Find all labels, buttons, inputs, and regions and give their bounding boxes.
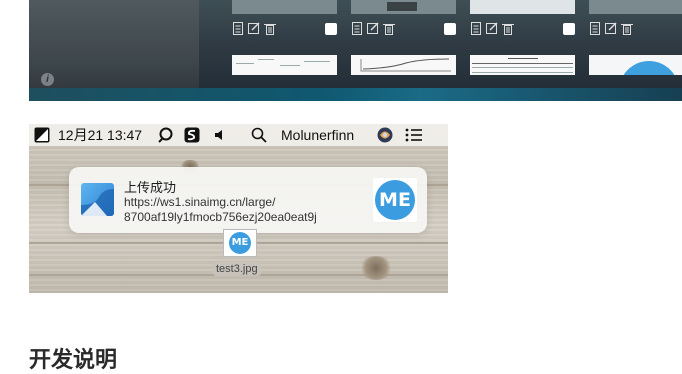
thumbnail-image[interactable]: [351, 0, 456, 14]
thumbnail-actions: [232, 22, 276, 38]
thumbnail-image[interactable]: [589, 55, 682, 75]
document-icon[interactable]: [470, 22, 482, 35]
user-name[interactable]: Molunerfinn: [281, 124, 354, 146]
edit-icon[interactable]: [367, 22, 379, 35]
gallery-footer-background: [29, 88, 682, 101]
notification-url-line1: https://ws1.sinaimg.cn/large/: [124, 195, 276, 209]
gallery-item: [470, 0, 575, 90]
edit-icon[interactable]: [605, 22, 617, 35]
thumbnail-image[interactable]: [351, 55, 456, 75]
s-app-icon[interactable]: [184, 127, 200, 143]
gallery-screenshot: i: [29, 0, 682, 101]
select-checkbox[interactable]: [325, 23, 337, 35]
document-icon[interactable]: [351, 22, 363, 35]
thumbnail-actions: [470, 22, 514, 38]
menu-bar: 12月21 13:47 Molunerfinn: [29, 124, 448, 146]
notification-body: https://ws1.sinaimg.cn/large/ 8700af19ly…: [124, 195, 364, 225]
gallery-item: [351, 0, 456, 90]
upload-notification[interactable]: 上传成功 https://ws1.sinaimg.cn/large/ 8700a…: [69, 167, 427, 233]
file-icon[interactable]: ME: [223, 229, 257, 257]
edit-icon[interactable]: [486, 22, 498, 35]
select-checkbox[interactable]: [563, 23, 575, 35]
thumbnail-actions: [351, 22, 395, 38]
thumbnail-image[interactable]: [232, 55, 337, 75]
list-icon[interactable]: [405, 127, 422, 143]
gallery-item: [232, 0, 337, 90]
trash-icon[interactable]: [264, 22, 276, 35]
edit-icon[interactable]: [248, 22, 260, 35]
notification-image: ME: [373, 178, 417, 222]
document-icon[interactable]: [232, 22, 244, 35]
thumbnail-image[interactable]: [232, 0, 337, 14]
spotlight-icon[interactable]: [251, 127, 267, 143]
trash-icon[interactable]: [502, 22, 514, 35]
select-checkbox[interactable]: [444, 23, 456, 35]
picgo-icon[interactable]: [34, 127, 50, 143]
avatar-icon[interactable]: [377, 127, 393, 143]
thumbnail-image[interactable]: [470, 0, 575, 14]
picgo-app-icon: [81, 183, 114, 216]
gallery-item: [589, 0, 682, 90]
me-logo: ME: [229, 232, 251, 254]
desktop-screenshot: 12月21 13:47 Molunerfinn 上传成功 https://ws1…: [29, 124, 448, 293]
thumbnail-image[interactable]: [589, 0, 682, 14]
info-icon[interactable]: i: [41, 73, 54, 86]
date-time[interactable]: 12月21 13:47: [58, 124, 142, 146]
trash-icon[interactable]: [383, 22, 395, 35]
thumbnail-image[interactable]: [470, 55, 575, 75]
file-name[interactable]: test3.jpg: [213, 262, 261, 276]
me-logo: ME: [375, 180, 415, 220]
section-heading: 开发说明: [29, 348, 118, 373]
volume-icon[interactable]: [212, 127, 228, 143]
thumbnail-actions: [589, 22, 633, 38]
trash-icon[interactable]: [621, 22, 633, 35]
notification-url-line2: 8700af19ly1fmocb756ezj20ea0eat9j: [124, 210, 317, 224]
gallery-sidebar-area: [29, 0, 199, 101]
notification-title: 上传成功: [124, 180, 177, 195]
search-app-icon[interactable]: [158, 127, 174, 143]
document-icon[interactable]: [589, 22, 601, 35]
